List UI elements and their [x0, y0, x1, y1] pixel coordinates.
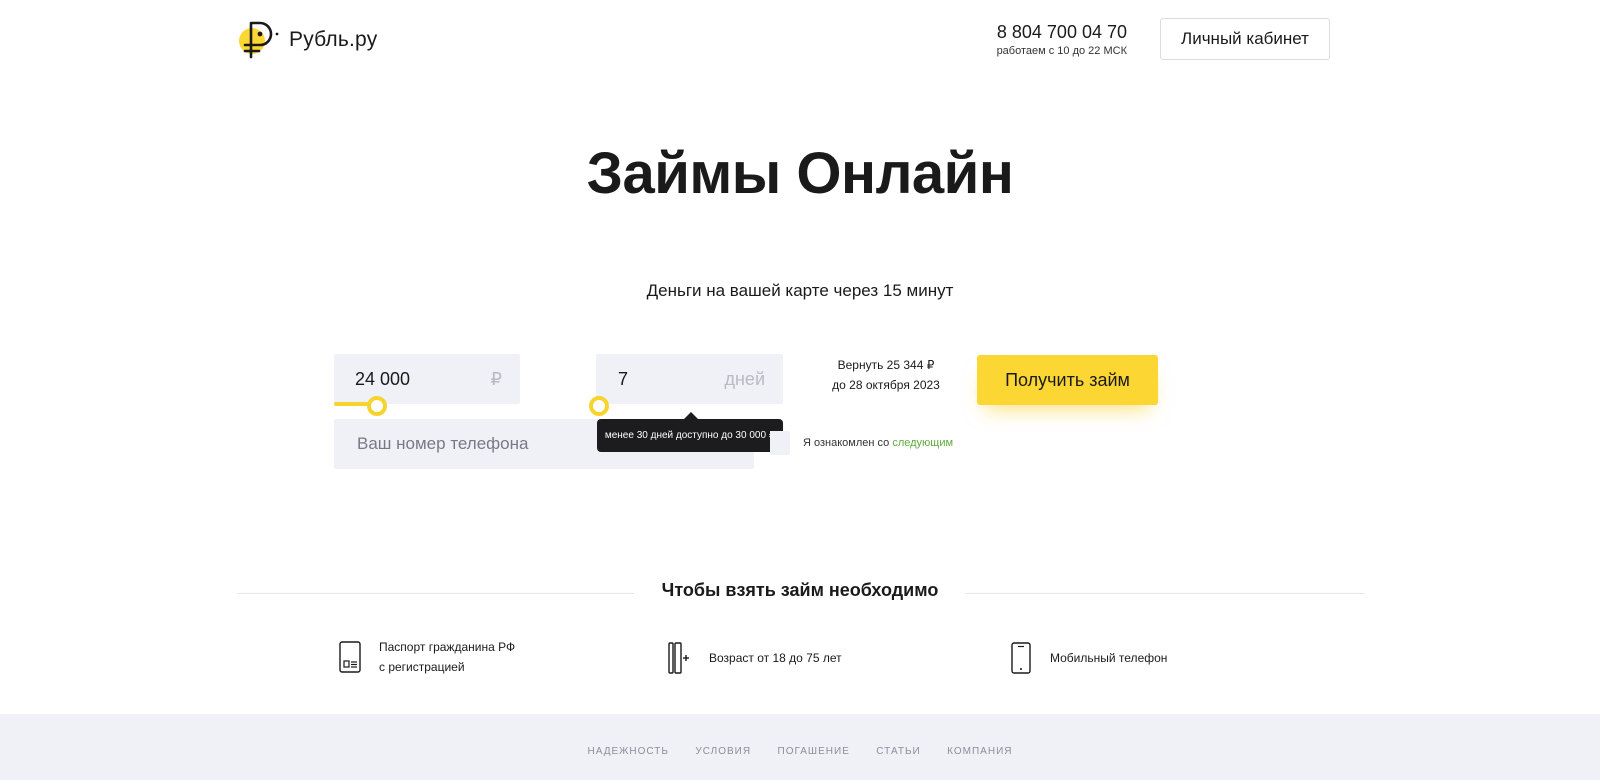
amount-value: 24 000: [355, 368, 411, 389]
requirement-passport: Паспорт гражданина РФ с регистрацией: [337, 637, 515, 677]
contact-block: 8 804 700 04 70 работаем с 10 до 22 МСК: [997, 22, 1127, 58]
requirement-phone: Мобильный телефон: [1008, 641, 1167, 675]
repay-date: до 28 октября 2023: [832, 378, 940, 392]
footer-link-company[interactable]: КОМПАНИЯ: [947, 746, 1012, 757]
requirement-passport-line1: Паспорт гражданина РФ: [379, 640, 516, 654]
personal-cabinet-button[interactable]: Личный кабинет: [1160, 18, 1330, 60]
age-icon: [668, 642, 689, 674]
amount-field[interactable]: 24 000 ₽: [334, 354, 520, 404]
ruble-logo-icon: [239, 21, 279, 59]
logo[interactable]: Рубль.ру: [237, 19, 377, 61]
requirement-phone-text: Мобильный телефон: [1050, 651, 1168, 665]
requirement-passport-line2: с регистрацией: [379, 660, 465, 674]
working-hours: работаем с 10 до 22 МСК: [996, 45, 1127, 57]
phone-number-link[interactable]: 8 804 700 04 70: [997, 22, 1127, 42]
requirements-title: Чтобы взять займ необходимо: [661, 580, 939, 600]
repay-amount: Вернуть 25 344 ₽: [837, 358, 935, 372]
days-unit: дней: [724, 368, 765, 389]
page-subtitle: Деньги на вашей карте через 15 минут: [646, 281, 954, 300]
days-slider-handle[interactable]: [589, 396, 609, 416]
page: Рубль.ру 8 804 700 04 70 работаем с 10 д…: [0, 0, 1600, 780]
consent-checkbox[interactable]: [770, 431, 790, 455]
requirement-age-text: Возраст от 18 до 75 лет: [709, 651, 842, 665]
consent-label: Я ознакомлен со следующим: [803, 437, 953, 449]
passport-icon: [339, 641, 361, 673]
amount-slider-handle[interactable]: [367, 396, 387, 416]
days-field[interactable]: 7 дней: [596, 354, 783, 404]
footer-link-articles[interactable]: СТАТЬИ: [876, 746, 920, 757]
footer: НАДЕЖНОСТЬ УСЛОВИЯ ПОГАШЕНИЕ СТАТЬИ КОМП…: [0, 714, 1600, 780]
consent-link[interactable]: следующим: [892, 437, 953, 449]
footer-link-repayment[interactable]: ПОГАШЕНИЕ: [778, 746, 850, 757]
logo-text: Рубль.ру: [289, 28, 378, 51]
ruble-unit: ₽: [490, 368, 502, 389]
requirement-age: Возраст от 18 до 75 лет: [667, 641, 842, 675]
days-value: 7: [618, 368, 629, 389]
get-loan-button[interactable]: Получить займ: [977, 355, 1158, 405]
footer-link-conditions[interactable]: УСЛОВИЯ: [695, 746, 751, 757]
footer-nav: НАДЕЖНОСТЬ УСЛОВИЯ ПОГАШЕНИЕ СТАТЬИ КОМП…: [0, 741, 1600, 759]
days-limit-tooltip: менее 30 дней доступно до 30 000 ₽: [597, 412, 783, 452]
mobile-phone-icon: [1011, 642, 1031, 674]
page-title: Займы Онлайн: [586, 141, 1014, 206]
repay-info: Вернуть 25 344 ₽ до 28 октября 2023: [818, 355, 954, 395]
footer-link-reliability[interactable]: НАДЕЖНОСТЬ: [588, 746, 669, 757]
consent-text: Я ознакомлен со: [803, 437, 890, 449]
